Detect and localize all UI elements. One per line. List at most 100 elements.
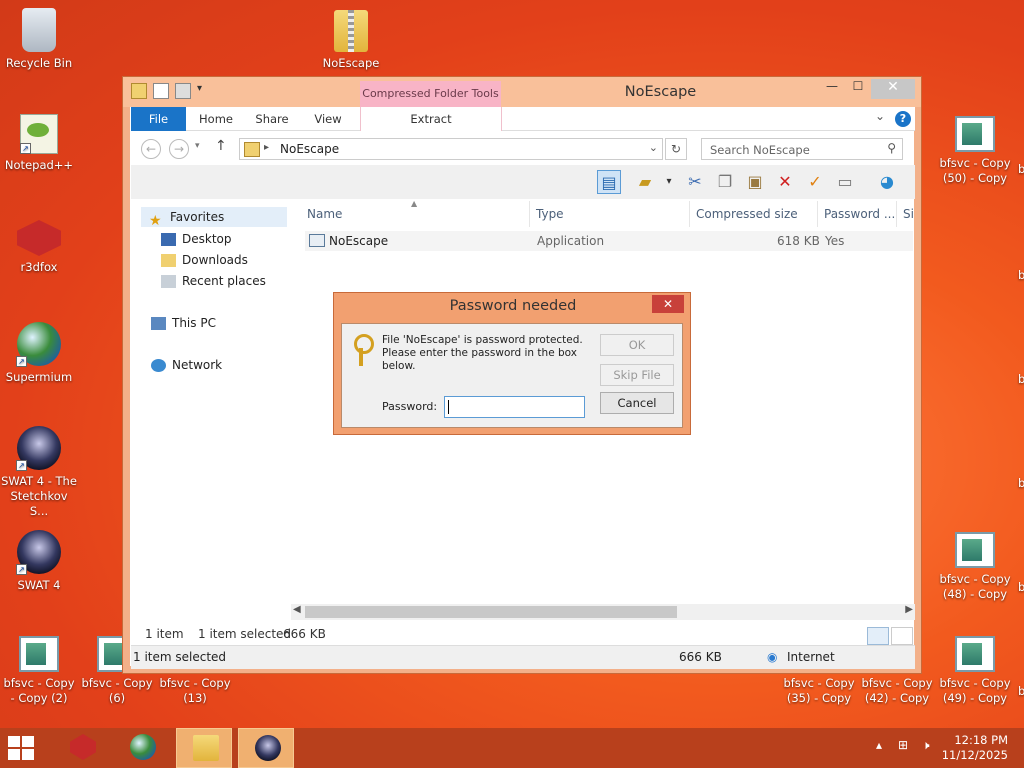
column-divider[interactable] (896, 201, 897, 227)
maximize-button[interactable]: ☐ (845, 79, 871, 99)
skip-file-button[interactable]: Skip File (600, 364, 674, 386)
rename-icon[interactable]: ▭ (833, 170, 857, 194)
clock-time: 12:18 PM (954, 733, 1008, 747)
desktop-icon-bfsvc[interactable]: bfsvc - Copy - Copy (2) (0, 636, 78, 706)
desktop-edge-label: b (1018, 476, 1024, 490)
search-input[interactable]: Search NoEscape ⚲ (701, 138, 903, 160)
preview-pane-icon[interactable]: ▤ (597, 170, 621, 194)
show-hidden-icons-icon[interactable]: ▴ (876, 738, 882, 752)
windows-logo-icon (22, 749, 34, 760)
desktop-icon-label: Recycle Bin (5, 56, 73, 70)
tab-view[interactable]: View (303, 107, 353, 131)
desktop-icon-bfsvc[interactable]: bfsvc - Copy (50) - Copy (936, 116, 1014, 186)
taskbar-r3dfox[interactable] (54, 728, 110, 768)
start-button[interactable] (8, 736, 38, 762)
paste-icon[interactable]: ▣ (743, 170, 767, 194)
address-bar[interactable]: ▸ NoEscape ⌄ (239, 138, 663, 160)
password-label: Password: (382, 400, 438, 413)
chevron-down-icon[interactable]: ▾ (197, 83, 207, 99)
network-icon[interactable]: ⊞ (898, 738, 908, 752)
sidebar-item-recent-places[interactable]: Recent places (161, 271, 266, 291)
taskbar-file-explorer[interactable] (176, 728, 232, 768)
zip-folder-icon (334, 10, 368, 52)
desktop-edge-label: b (1018, 268, 1024, 282)
new-folder-icon[interactable] (175, 83, 191, 99)
properties-icon[interactable] (153, 83, 169, 99)
folder-options-icon[interactable]: ▰ (633, 170, 657, 194)
folder-icon[interactable] (131, 83, 147, 99)
r3dfox-icon (70, 734, 96, 760)
clock[interactable]: 12:18 PM 11/12/2025 (942, 733, 1008, 763)
recent-locations-icon[interactable]: ▾ (195, 141, 200, 151)
password-input[interactable] (444, 396, 585, 418)
ok-button[interactable]: OK (600, 334, 674, 356)
sidebar-item-network[interactable]: Network (151, 355, 222, 375)
large-icons-view-button[interactable] (891, 627, 913, 645)
dialog-close-button[interactable]: ✕ (652, 295, 684, 313)
column-divider[interactable] (529, 201, 530, 227)
swat4-icon (255, 735, 281, 761)
chevron-down-icon[interactable]: ⌄ (649, 141, 658, 154)
copy-icon[interactable]: ❐ (713, 170, 737, 194)
selected-size: 666 KB (283, 627, 326, 641)
forward-button[interactable]: → (169, 139, 189, 159)
column-divider[interactable] (817, 201, 818, 227)
scrollbar-thumb[interactable] (305, 606, 677, 618)
cut-icon[interactable]: ✂ (683, 170, 707, 194)
sidebar-item-downloads[interactable]: Downloads (161, 250, 248, 270)
details-view-button[interactable] (867, 627, 889, 645)
desktop-edge-label: b (1018, 684, 1024, 698)
bfsvc-icon (955, 116, 995, 152)
chevron-right-icon: ▸ (264, 142, 270, 153)
chevron-down-icon[interactable]: ▾ (657, 170, 681, 194)
sidebar-item-label: Downloads (182, 253, 248, 267)
sidebar-item-this-pc[interactable]: This PC (151, 313, 216, 333)
close-button[interactable]: ✕ (871, 79, 915, 99)
column-divider[interactable] (689, 201, 690, 227)
globe-icon[interactable]: ◕ (875, 170, 899, 194)
chevron-down-icon[interactable]: ⌄ (875, 109, 885, 123)
horizontal-scrollbar[interactable]: ◀ ▶ (291, 604, 915, 620)
desktop-icon-label: bfsvc - Copy (6) (81, 676, 153, 705)
delete-icon[interactable]: ✕ (773, 170, 797, 194)
desktop-icon-swat4[interactable]: ↗ SWAT 4 (0, 530, 78, 593)
back-button[interactable]: ← (141, 139, 161, 159)
column-header-size[interactable]: Si (903, 207, 914, 221)
taskbar-swat4[interactable] (238, 728, 294, 768)
desktop-icon-r3dfox[interactable]: r3dfox (0, 220, 78, 275)
tab-file[interactable]: File (131, 107, 186, 131)
tab-share[interactable]: Share (247, 107, 297, 131)
minimize-button[interactable]: — (819, 79, 845, 99)
search-icon: ⚲ (887, 141, 896, 155)
sidebar-item-label: This PC (172, 316, 216, 330)
file-explorer-icon (193, 735, 219, 761)
up-arrow-icon[interactable]: ↑ (215, 138, 227, 154)
help-icon[interactable]: ? (895, 111, 911, 127)
desktop-icon-notepadpp[interactable]: ↗ Notepad++ (0, 114, 78, 173)
column-header-name[interactable]: Name (307, 207, 342, 221)
title-bar[interactable]: ▾ Compressed Folder Tools NoEscape — ☐ ✕ (123, 77, 921, 107)
scroll-right-icon[interactable]: ▶ (905, 604, 913, 615)
refresh-button[interactable]: ↻ (665, 138, 687, 160)
desktop-icon-noescape[interactable]: NoEscape (312, 10, 390, 71)
cancel-button[interactable]: Cancel (600, 392, 674, 414)
column-header-password[interactable]: Password ... (824, 207, 895, 221)
desktop-icon-bfsvc[interactable]: bfsvc - Copy (49) - Copy (936, 636, 1014, 706)
desktop-icon-swat4-stetchkov[interactable]: ↗ SWAT 4 - The Stetchkov S... (0, 426, 78, 519)
file-row[interactable]: NoEscape Application 618 KB Yes (305, 231, 913, 251)
taskbar-supermium[interactable] (114, 728, 170, 768)
column-headers: Name ▲ Type Compressed size Password ...… (299, 199, 914, 229)
scroll-left-icon[interactable]: ◀ (293, 604, 301, 615)
volume-muted-icon[interactable]: 🕨 (922, 738, 930, 753)
tab-home[interactable]: Home (191, 107, 241, 131)
checkmark-icon[interactable]: ✓ (803, 170, 827, 194)
desktop-icon-bfsvc[interactable]: bfsvc - Copy (48) - Copy (936, 532, 1014, 602)
desktop-icon-recycle-bin[interactable]: Recycle Bin (0, 8, 78, 71)
column-header-type[interactable]: Type (536, 207, 564, 221)
bfsvc-icon (19, 636, 59, 672)
sidebar-item-favorites[interactable]: ★ Favorites (141, 207, 287, 229)
tab-extract[interactable]: Extract (360, 107, 502, 131)
sidebar-item-desktop[interactable]: Desktop (161, 229, 232, 249)
column-header-compressed-size[interactable]: Compressed size (696, 207, 798, 221)
desktop-icon-supermium[interactable]: ↗ Supermium (0, 322, 78, 385)
